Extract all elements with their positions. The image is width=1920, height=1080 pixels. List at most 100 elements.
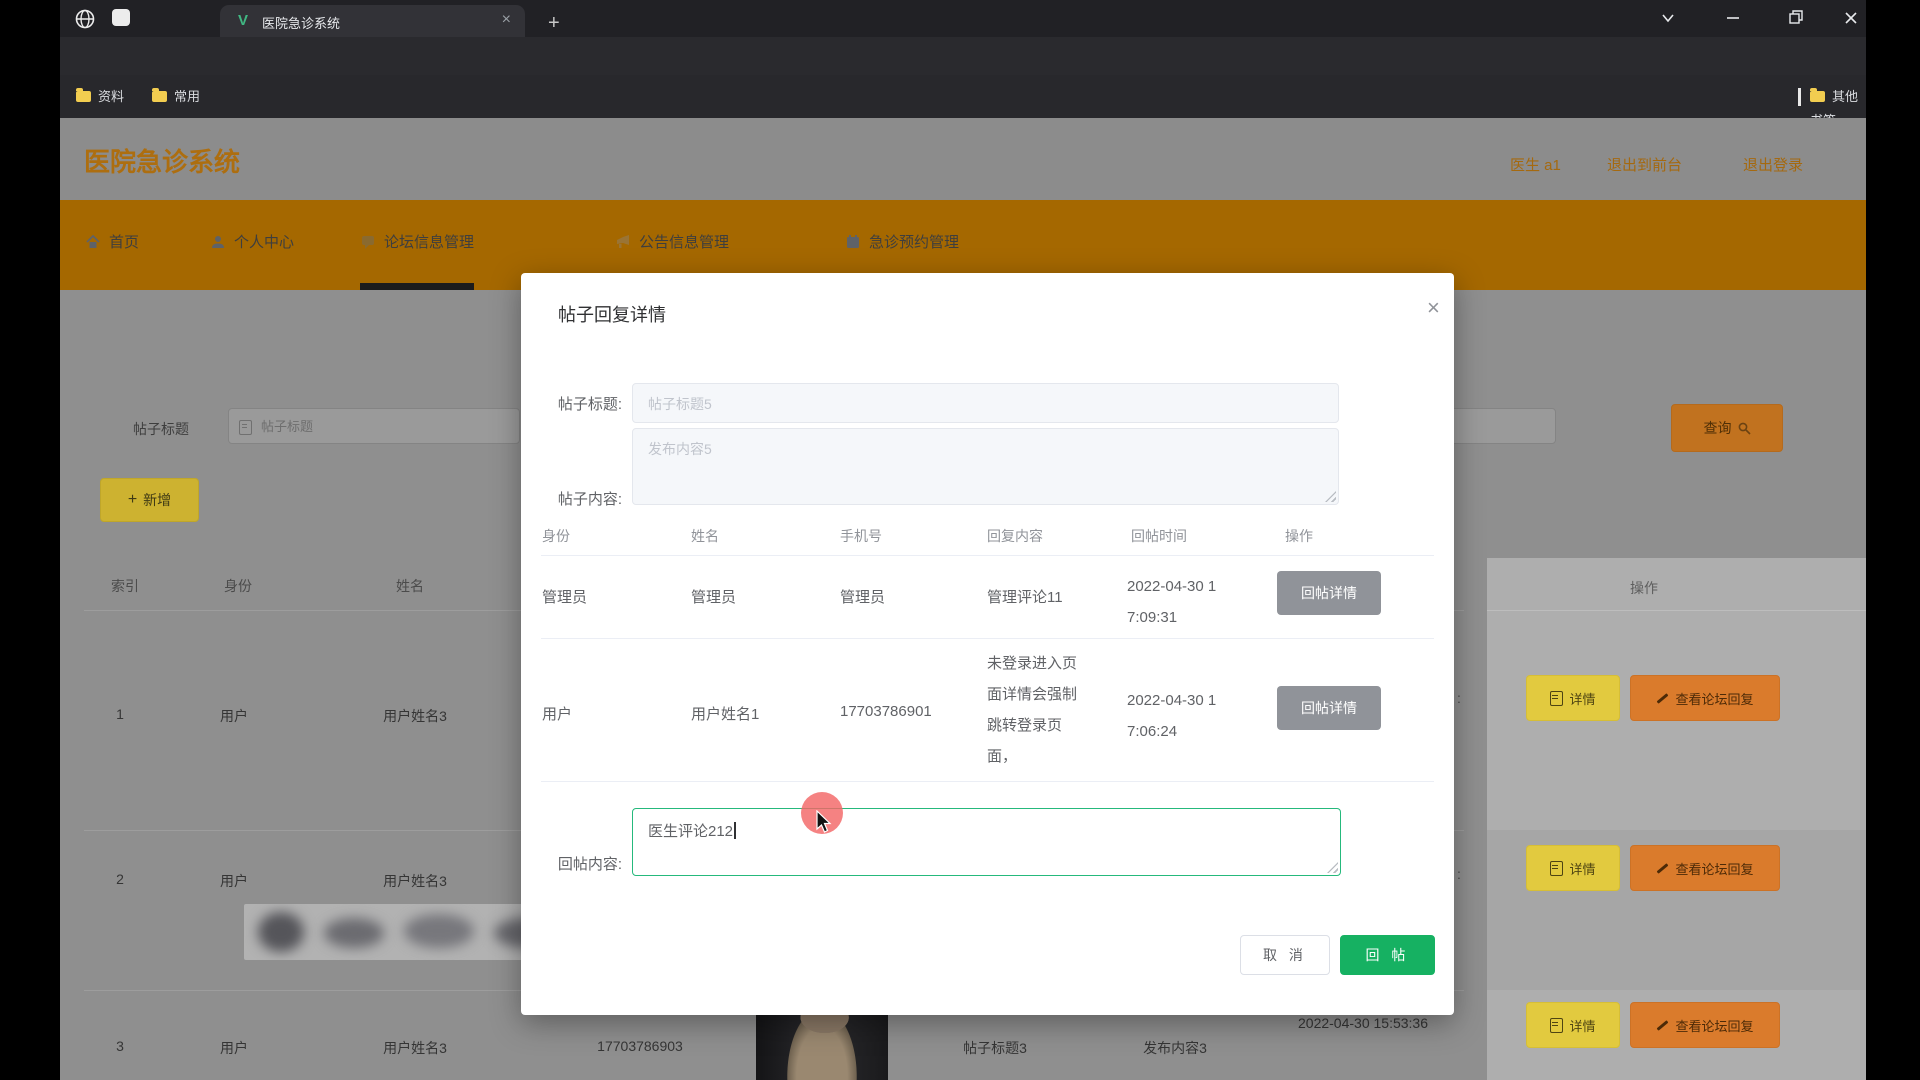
document-icon bbox=[1550, 1018, 1563, 1033]
cell-name: 用户姓名3 bbox=[350, 1038, 480, 1058]
cell-name: 用户姓名3 bbox=[350, 706, 480, 726]
folder-icon bbox=[76, 91, 91, 102]
cancel-button[interactable]: 取 消 bbox=[1240, 935, 1330, 975]
dialog-table-divider bbox=[541, 638, 1434, 639]
post-title-field[interactable]: 帖子标题5 bbox=[632, 383, 1339, 423]
post-content-label: 帖子内容: bbox=[526, 488, 622, 509]
mcell-identity: 用户 bbox=[542, 703, 572, 724]
post-content-field[interactable]: 发布内容5 bbox=[632, 428, 1339, 505]
mouse-cursor bbox=[816, 810, 833, 834]
person-icon bbox=[210, 234, 226, 250]
mcell-identity: 管理员 bbox=[542, 586, 587, 607]
cell-name: 用户姓名3 bbox=[350, 871, 480, 891]
profile-globe-icon[interactable] bbox=[74, 8, 96, 30]
app-brand-title: 医院急诊系统 bbox=[84, 142, 240, 179]
browser-tab-bar: V 医院急诊系统 × + bbox=[60, 0, 1866, 37]
mcell-phone: 17703786901 bbox=[840, 703, 932, 720]
tab-title: 医院急诊系统 bbox=[262, 13, 340, 32]
detail-button[interactable]: 详情 bbox=[1526, 675, 1620, 721]
mcol-action: 操作 bbox=[1285, 526, 1313, 546]
logout-link[interactable]: 退出登录 bbox=[1743, 154, 1803, 175]
col-header-identity: 身份 bbox=[224, 576, 252, 596]
col-header-action: 操作 bbox=[1630, 578, 1658, 598]
dialog-table-divider bbox=[541, 555, 1434, 556]
post-title-label: 帖子标题: bbox=[526, 393, 622, 414]
detail-button[interactable]: 详情 bbox=[1526, 1002, 1620, 1048]
input-doc-icon bbox=[239, 420, 252, 435]
mcell-time: 2022-04-30 17:09:31 bbox=[1127, 571, 1219, 633]
search-label: 帖子标题 bbox=[133, 419, 189, 439]
mcell-name: 管理员 bbox=[691, 586, 736, 607]
submit-reply-button[interactable]: 回 帖 bbox=[1340, 935, 1435, 975]
cell-index: 2 bbox=[105, 871, 135, 887]
text-caret bbox=[734, 822, 736, 839]
view-forum-reply-button[interactable]: 查看论坛回复 bbox=[1630, 1002, 1780, 1048]
post-photo[interactable] bbox=[756, 1012, 888, 1080]
add-button[interactable]: + 新增 bbox=[100, 478, 199, 522]
window-chevron-button[interactable] bbox=[1645, 0, 1691, 37]
nav-item-forum-management[interactable]: 论坛信息管理 bbox=[360, 200, 474, 290]
nav-item-emergency-appointment[interactable]: 急诊预约管理 bbox=[845, 200, 959, 283]
mcol-phone: 手机号 bbox=[840, 526, 882, 546]
dialog-table-divider bbox=[541, 781, 1434, 782]
cell-identity: 用户 bbox=[194, 1038, 274, 1058]
letterbox-left bbox=[0, 0, 60, 1080]
view-forum-reply-button[interactable]: 查看论坛回复 bbox=[1630, 675, 1780, 721]
nav-item-home[interactable]: 首页 bbox=[85, 200, 139, 283]
nav-item-profile[interactable]: 个人中心 bbox=[210, 200, 294, 283]
mcell-time: 2022-04-30 17:06:24 bbox=[1127, 685, 1219, 747]
reply-content-textarea[interactable]: 医生评论212 bbox=[632, 808, 1341, 876]
mcol-identity: 身份 bbox=[542, 526, 570, 546]
cell-post-title: 帖子标题3 bbox=[930, 1038, 1060, 1058]
mcell-phone: 管理员 bbox=[840, 586, 885, 607]
mcell-content: 未登录进入页面详情会强制跳转登录页面， bbox=[987, 648, 1081, 772]
col-header-name: 姓名 bbox=[396, 576, 424, 596]
time-fragment: : bbox=[1457, 866, 1461, 882]
bookmark-divider bbox=[1798, 88, 1801, 106]
cell-index: 1 bbox=[105, 706, 135, 722]
cell-identity: 用户 bbox=[194, 706, 274, 726]
reply-detail-button[interactable]: 回帖详情 bbox=[1277, 686, 1381, 730]
search-title-input[interactable]: 帖子标题 bbox=[228, 408, 520, 444]
tab-close-icon[interactable]: × bbox=[502, 11, 511, 29]
reply-detail-button[interactable]: 回帖详情 bbox=[1277, 571, 1381, 615]
post-reply-dialog: 帖子回复详情 × 帖子标题: 帖子标题5 帖子内容: 发布内容5 身份 姓名 手… bbox=[521, 273, 1454, 1015]
tab-preview-icon[interactable] bbox=[112, 9, 130, 26]
resize-handle[interactable] bbox=[1327, 862, 1338, 873]
document-icon bbox=[1550, 691, 1563, 706]
appointment-icon bbox=[845, 234, 861, 250]
query-button[interactable]: 查询 bbox=[1671, 404, 1783, 452]
col-header-index: 索引 bbox=[111, 576, 139, 596]
detail-button[interactable]: 详情 bbox=[1526, 845, 1620, 891]
forum-icon bbox=[360, 234, 376, 250]
letterbox-right bbox=[1866, 0, 1920, 1080]
time-fragment: : bbox=[1457, 690, 1461, 706]
folder-icon bbox=[1810, 91, 1825, 102]
other-bookmarks[interactable]: 其他书签 bbox=[1810, 85, 1866, 109]
bookmark-folder-zila[interactable]: 资料 bbox=[76, 85, 124, 109]
document-icon bbox=[1550, 861, 1563, 876]
nav-item-announcement-management[interactable]: 公告信息管理 bbox=[615, 200, 729, 283]
web-page: 医院急诊系统 医生 a1 退出到前台 退出登录 首页 个人中心 论坛信息管理 公… bbox=[60, 118, 1866, 1080]
fixed-action-column: 操作 详情 查看论坛回复 详情 查看论坛回复 详情 查看论坛回复 bbox=[1487, 558, 1866, 1080]
pencil-icon bbox=[1657, 863, 1669, 874]
window-restore-button[interactable] bbox=[1772, 0, 1818, 37]
view-forum-reply-button[interactable]: 查看论坛回复 bbox=[1630, 845, 1780, 891]
dialog-close-icon[interactable]: × bbox=[1427, 295, 1440, 321]
bookmark-folder-changyong[interactable]: 常用 bbox=[152, 85, 200, 109]
cell-post-content: 发布内容3 bbox=[1110, 1038, 1240, 1058]
reply-content-label: 回帖内容: bbox=[526, 853, 622, 874]
window-close-button[interactable] bbox=[1828, 0, 1874, 37]
app-header: 医院急诊系统 医生 a1 退出到前台 退出登录 bbox=[60, 118, 1866, 200]
browser-tab[interactable]: V 医院急诊系统 × bbox=[220, 5, 525, 37]
reply-text: 医生评论212 bbox=[648, 820, 736, 841]
cell-identity: 用户 bbox=[194, 871, 274, 891]
folder-icon bbox=[152, 91, 167, 102]
exit-to-front-link[interactable]: 退出到前台 bbox=[1607, 154, 1682, 175]
window-minimize-button[interactable] bbox=[1710, 0, 1756, 37]
browser-window: V 医院急诊系统 × + ← → i localhost:8081/#/foru… bbox=[60, 0, 1866, 1080]
resize-handle[interactable] bbox=[1325, 491, 1336, 502]
mcol-name: 姓名 bbox=[691, 526, 719, 546]
current-user-link[interactable]: 医生 a1 bbox=[1510, 154, 1561, 175]
table-divider bbox=[1487, 610, 1866, 611]
